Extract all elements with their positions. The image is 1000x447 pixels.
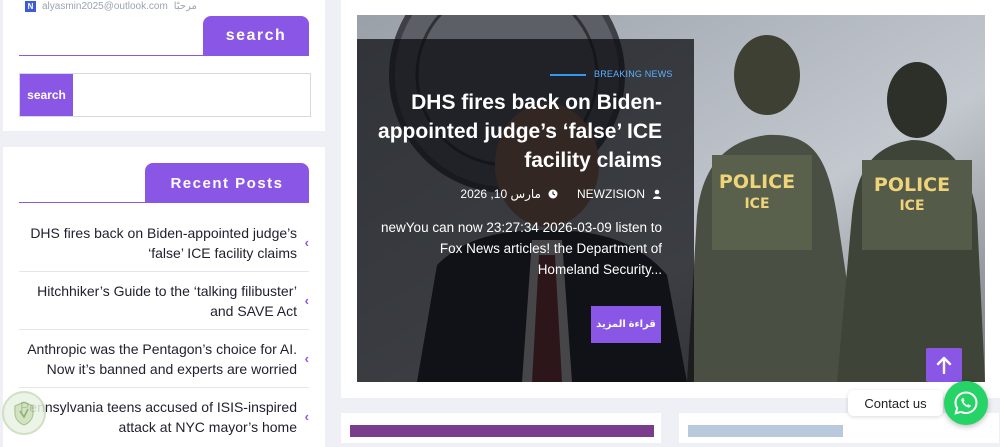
search-widget: N alyasmin2025@outlook.com مرحبًا search… [3,0,325,131]
arrow-up-icon [936,356,952,374]
search-widget-title: search [203,16,309,56]
search-input[interactable] [73,74,310,116]
ice-badge-text: ICE [899,198,924,214]
police-badge-text: POLICE [719,171,795,193]
hero-excerpt: newYou can now 23:27:34 2026-03-09 liste… [381,220,662,277]
contact-us-label[interactable]: Contact us [848,390,943,416]
hero-author[interactable]: NEWZISION [577,187,645,201]
search-form: search [19,73,311,117]
clock-icon [548,189,558,199]
police-badge-text: POLICE [874,174,950,196]
user-email[interactable]: alyasmin2025@outlook.com [42,1,168,12]
scroll-to-top-button[interactable] [926,348,962,382]
recent-post-item[interactable]: Pennsylvania teens accused of ISIS-inspi… [19,388,309,445]
ice-badge-text: ICE [744,196,769,212]
recent-post-item[interactable]: Hitchhiker’s Guide to the ‘talking filib… [19,272,309,330]
hero-title[interactable]: DHS fires back on Biden-appointed judge’… [377,88,662,175]
user-badge-icon: N [25,0,36,12]
chevron-left-icon: ‹ [304,293,309,308]
recent-post-title[interactable]: DHS fires back on Biden-appointed judge’… [19,223,297,263]
user-icon [653,189,661,199]
whatsapp-button[interactable] [944,381,988,425]
recent-post-title[interactable]: Pennsylvania teens accused of ISIS-inspi… [19,397,297,437]
recent-post-title[interactable]: Anthropic was the Pentagon’s choice for … [19,339,297,379]
recent-posts-widget: Recent Posts DHS fires back on Biden-app… [3,147,325,447]
recent-post-item[interactable]: Anthropic was the Pentagon’s choice for … [19,330,309,388]
chevron-left-icon: ‹ [304,351,309,366]
recent-posts-title: Recent Posts [145,163,309,203]
hero-date: مارس 10, 2026 [460,187,541,201]
whatsapp-icon [954,391,978,415]
recent-post-title[interactable]: Hitchhiker’s Guide to the ‘talking filib… [19,281,297,321]
search-button[interactable]: search [20,74,73,116]
hero-meta: مارس 10, 2026 NEWZISION [440,186,662,202]
user-greeting: مرحبًا [173,0,197,12]
post-card-image[interactable] [350,425,654,437]
user-info-line: N alyasmin2025@outlook.com مرحبًا [25,0,197,12]
recent-post-item[interactable]: DHS fires back on Biden-appointed judge’… [19,214,309,272]
chevron-left-icon: ‹ [304,409,309,424]
read-more-button[interactable]: قراءة المزيد [591,306,661,343]
chevron-left-icon: ‹ [304,235,309,250]
breaking-news-tag[interactable]: BREAKING NEWS [594,69,673,79]
breaking-news-line [550,74,586,76]
post-card-image[interactable] [688,425,843,437]
shield-icon [14,401,34,426]
site-shield-logo [2,391,46,435]
